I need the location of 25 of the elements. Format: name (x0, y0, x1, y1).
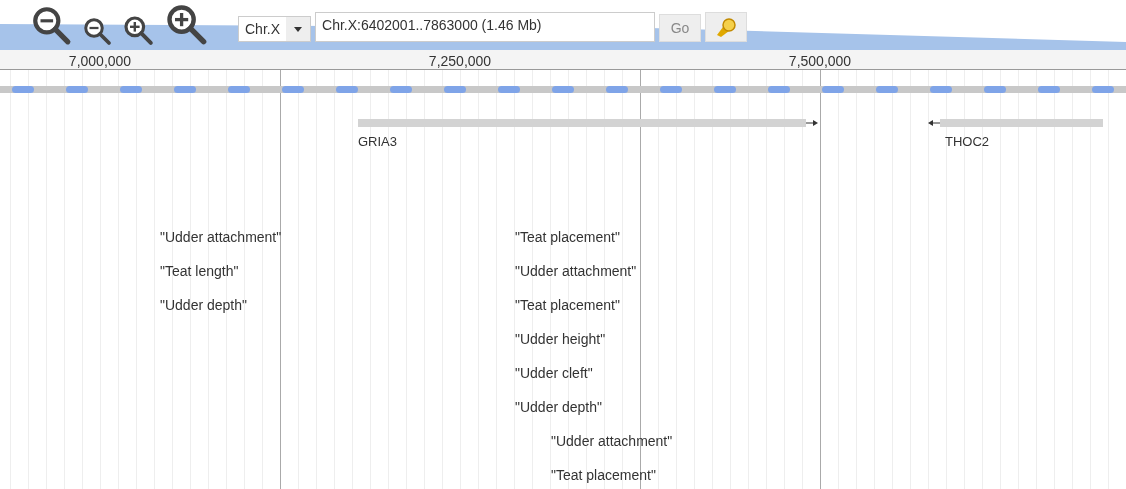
ruler-label: 7,500,000 (788, 52, 852, 71)
qtl-label[interactable]: "Udder height" (515, 329, 637, 349)
qtl-label[interactable]: "Udder attachment" (551, 431, 673, 451)
highlighter-icon (715, 17, 737, 37)
ruler-label: 7,250,000 (428, 52, 492, 71)
qtl-label[interactable]: "Udder attachment" (515, 261, 637, 281)
chromosome-select[interactable]: Chr.X (238, 16, 311, 42)
qtl-label[interactable]: "Udder cleft" (515, 363, 637, 383)
qtl-label[interactable]: "Teat placement" (551, 465, 673, 485)
qtl-label[interactable]: "Udder depth" (160, 295, 282, 315)
qtl-label[interactable]: "Teat length" (160, 261, 282, 281)
ruler-label: 7,000,000 (68, 52, 132, 71)
gene-label: GRIA3 (358, 133, 397, 151)
caret-icon (286, 17, 310, 41)
zoom-in-icon[interactable] (122, 14, 154, 46)
zoom-out-icon[interactable] (30, 4, 72, 46)
zoom-out-icon[interactable] (82, 16, 112, 46)
gene-label: THOC2 (945, 133, 990, 151)
qtl-label[interactable]: "Teat placement" (515, 295, 637, 315)
zoom-in-icon[interactable] (164, 2, 208, 46)
qtl-label[interactable]: "Teat placement" (515, 227, 637, 247)
qtl-label[interactable]: "Udder attachment" (160, 227, 282, 247)
qtl-label[interactable]: "Udder depth" (515, 397, 637, 417)
location-field[interactable]: Chr.X:6402001..7863000 (1.46 Mb) (315, 12, 655, 42)
chromosome-value: Chr.X (244, 19, 281, 39)
